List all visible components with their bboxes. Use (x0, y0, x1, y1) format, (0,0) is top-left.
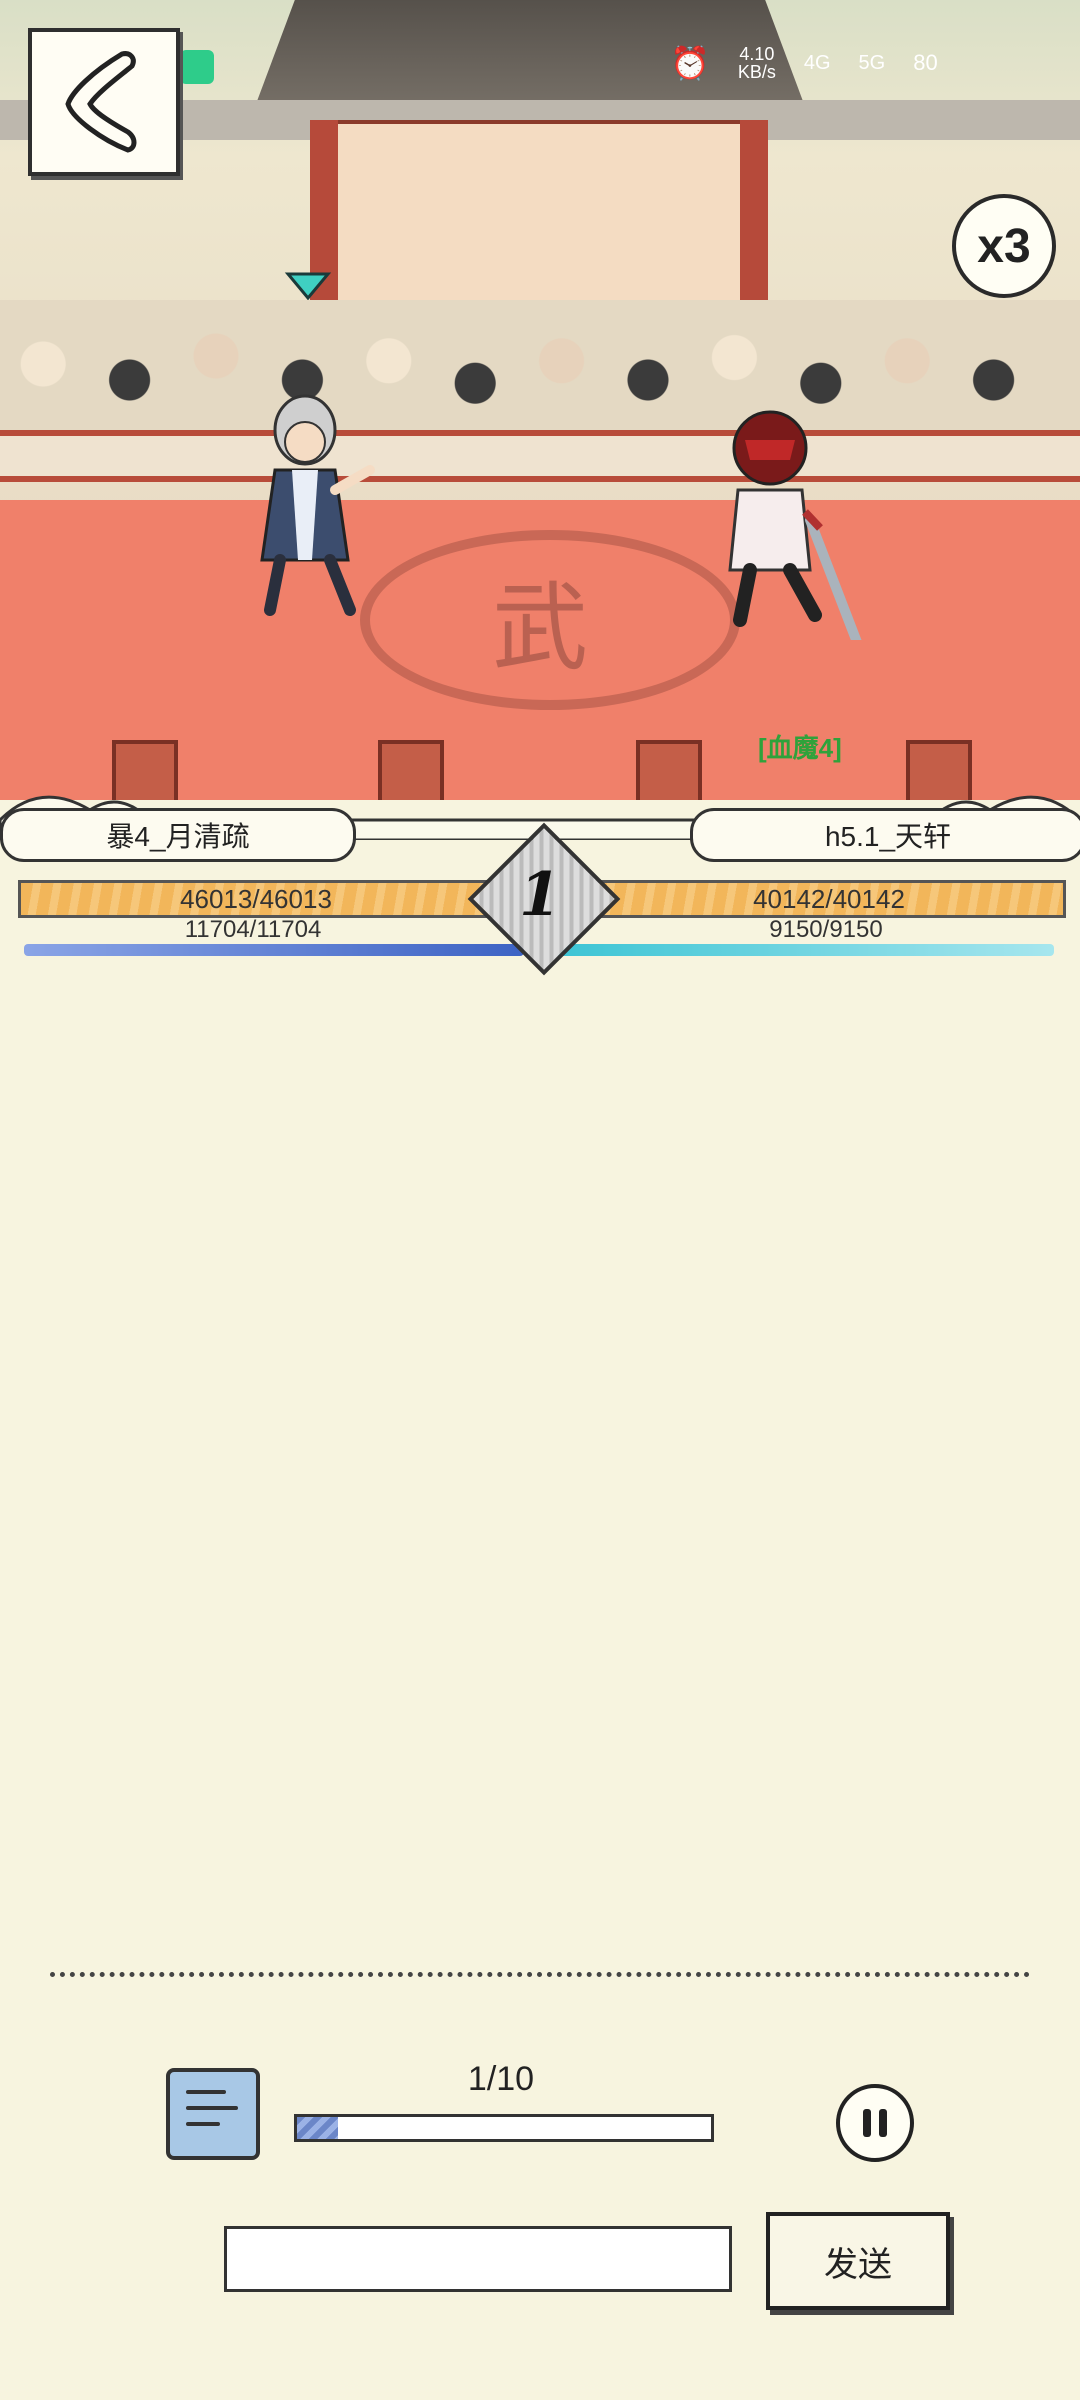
left-player-name: 暴4_月清疏 (0, 808, 356, 862)
network-speed: 4.10 (739, 44, 775, 64)
right-hp-bar: 40142/40142 (592, 880, 1066, 918)
right-mp-bar (554, 944, 1054, 956)
alarm-icon: ⏰ (670, 45, 710, 81)
log-divider (50, 1972, 1030, 1983)
right-hp-text: 40142/40142 (753, 883, 905, 914)
playback-progress-bar (294, 2114, 714, 2142)
battery-level: 80 (913, 50, 938, 75)
left-mp-text: 11704/11704 (184, 916, 322, 943)
arena-emblem-char: 武 (492, 572, 588, 684)
left-hp-text: 46013/46013 (180, 883, 332, 914)
buff-label: [血魔4] (758, 733, 842, 763)
playback-progress-label: 1/10 (467, 2060, 535, 2098)
battle-log-area (0, 975, 1080, 1965)
chat-message-input[interactable] (224, 2226, 732, 2292)
back-arrow-icon (65, 51, 137, 153)
app-notification-icon (180, 50, 214, 84)
network-speed-unit: KB/s (737, 62, 776, 82)
signal-4g: 4G (803, 51, 831, 74)
left-hp-bar: 46013/46013 (18, 880, 494, 918)
status-icons: ⏰ 4.10 KB/s 4G 5G 80 (670, 44, 938, 82)
back-button[interactable] (28, 28, 180, 176)
signal-5g: 5G (858, 51, 886, 74)
left-fighter-sprite (260, 394, 375, 616)
playback-progress-fill (297, 2117, 339, 2139)
right-mp-text: 9150/9150 (769, 916, 883, 943)
left-mp-bar (24, 944, 524, 956)
pause-button[interactable] (836, 2084, 914, 2162)
right-player-name: h5.1_天轩 (690, 808, 1080, 862)
upper-railing (0, 430, 1080, 482)
right-fighter-sprite (728, 410, 862, 640)
round-indicator: 1 (467, 822, 621, 976)
pause-icon (863, 2109, 871, 2137)
send-button[interactable]: 发送 (766, 2212, 950, 2310)
active-turn-marker-icon (284, 272, 332, 300)
round-number: 1 (519, 860, 561, 930)
chat-toggle-icon[interactable] (166, 2068, 260, 2160)
pavilion-stage (330, 120, 758, 308)
speed-toggle-button[interactable]: x3 (952, 194, 1056, 298)
